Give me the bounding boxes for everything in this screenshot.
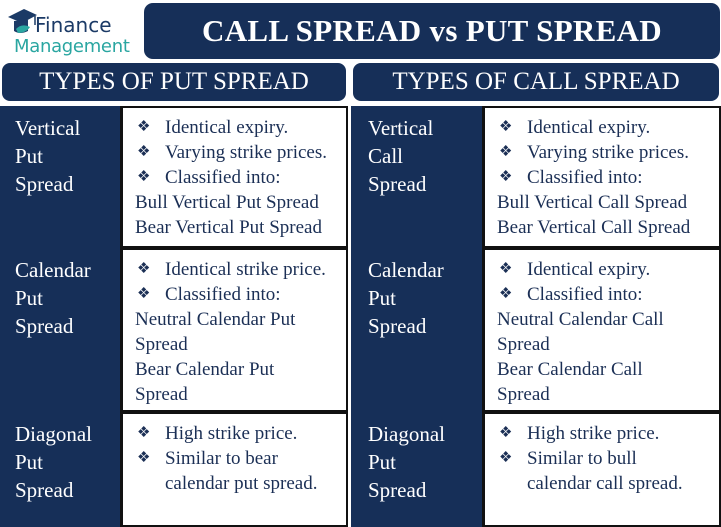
- label-line: Put: [368, 450, 397, 474]
- table-row: Calendar Put Spread ❖ Identical strike pr…: [0, 248, 348, 412]
- diamond-bullet-icon: ❖: [137, 425, 151, 441]
- row-label: Diagonal Put Spread: [351, 412, 482, 527]
- sub-type: Bull Vertical Call Spread: [497, 192, 688, 213]
- put-spread-heading: TYPES OF PUT SPREAD: [2, 63, 346, 101]
- diamond-bullet-icon: ❖: [137, 286, 151, 302]
- table-row: Vertical Call Spread ❖ Identical expiry. …: [351, 106, 721, 248]
- bullet-text: Similar to bull: [527, 448, 637, 469]
- logo-text-finance: Finance: [35, 13, 112, 37]
- sub-type: Bull Vertical Put Spread: [135, 192, 319, 213]
- row-content: ❖ Identical expiry. ❖ Varying strike price…: [482, 106, 721, 248]
- bullet-item: ❖ Classified into:: [135, 282, 346, 307]
- bullet-text: Identical strike price.: [165, 259, 326, 280]
- call-spread-heading: TYPES OF CALL SPREAD: [353, 63, 719, 101]
- logo-text-management: Management: [14, 36, 130, 57]
- label-line: Put: [15, 286, 44, 310]
- bullet-item: ❖ Similar to bear: [135, 446, 346, 471]
- diamond-bullet-icon: ❖: [137, 119, 151, 135]
- label-line: Spread: [368, 314, 427, 338]
- diamond-bullet-icon: ❖: [499, 261, 513, 277]
- bullet-text: Identical expiry.: [527, 117, 651, 138]
- diamond-bullet-icon: ❖: [499, 425, 513, 441]
- bullet-item: ❖ Similar to bull: [497, 446, 719, 471]
- diamond-bullet-icon: ❖: [499, 144, 513, 160]
- label-line: Calendar: [15, 258, 91, 282]
- bullet-item: ❖ Identical expiry.: [497, 257, 719, 282]
- sub-type: Spread: [497, 384, 550, 405]
- sub-type: Bear Calendar Put: [135, 359, 275, 380]
- label-line: Put: [15, 144, 44, 168]
- row-content: ❖ Identical strike price. ❖ Classified int…: [120, 248, 348, 412]
- bullet-text: Identical expiry.: [165, 117, 289, 138]
- row-content: ❖ Identical expiry. ❖ Classified into: Neu…: [482, 248, 721, 412]
- bullet-text: Classified into:: [165, 284, 281, 305]
- bullet-item: ❖ Classified into:: [497, 165, 719, 190]
- bullet-item: ❖ Classified into:: [497, 282, 719, 307]
- label-line: Spread: [15, 172, 74, 196]
- diamond-bullet-icon: ❖: [137, 261, 151, 277]
- label-line: Spread: [15, 478, 74, 502]
- label-line: Spread: [15, 314, 74, 338]
- label-line: Put: [368, 286, 397, 310]
- bullet-text: Identical expiry.: [527, 259, 651, 280]
- row-label: Calendar Put Spread: [0, 248, 120, 412]
- bullet-text: Varying strike prices.: [527, 142, 689, 163]
- table-row: Diagonal Put Spread ❖ High strike price. …: [351, 412, 721, 527]
- diamond-bullet-icon: ❖: [499, 450, 513, 466]
- diamond-bullet-icon: ❖: [499, 286, 513, 302]
- diamond-bullet-icon: ❖: [499, 119, 513, 135]
- bullet-text: Similar to bear: [165, 448, 278, 469]
- row-label: Vertical Put Spread: [0, 106, 120, 248]
- bullet-item: ❖ Identical expiry.: [135, 115, 346, 140]
- sub-type: Neutral Calendar Put: [135, 309, 296, 330]
- bullet-item: ❖ Identical strike price.: [135, 257, 346, 282]
- diamond-bullet-icon: ❖: [137, 450, 151, 466]
- table-row: Diagonal Put Spread ❖ High strike price. …: [0, 412, 348, 527]
- label-line: Spread: [368, 172, 427, 196]
- sub-type: Bear Calendar Call: [497, 359, 643, 380]
- bullet-item: ❖ High strike price.: [497, 421, 719, 446]
- bullet-text: High strike price.: [165, 423, 298, 444]
- label-line: Put: [15, 450, 44, 474]
- diamond-bullet-icon: ❖: [499, 169, 513, 185]
- table-row: Calendar Put Spread ❖ Identical expiry. ❖…: [351, 248, 721, 412]
- sub-type: Spread: [497, 334, 550, 355]
- row-label: Vertical Call Spread: [351, 106, 482, 248]
- row-content: ❖ Identical expiry. ❖ Varying strike price…: [120, 106, 348, 248]
- table-row: Vertical Put Spread ❖ Identical expiry. ❖…: [0, 106, 348, 248]
- bullet-text: Classified into:: [527, 284, 643, 305]
- graduation-cap-icon: [8, 9, 37, 33]
- row-label: Calendar Put Spread: [351, 248, 482, 412]
- page-title: CALL SPREAD vs PUT SPREAD: [144, 3, 720, 59]
- bullet-text: High strike price.: [527, 423, 660, 444]
- label-line: Calendar: [368, 258, 444, 282]
- label-line: Call: [368, 144, 403, 168]
- label-line: Vertical: [368, 116, 434, 140]
- sub-type: Bear Vertical Call Spread: [497, 217, 691, 238]
- sub-type: Spread: [135, 384, 188, 405]
- sub-type: Bear Vertical Put Spread: [135, 217, 322, 238]
- label-line: Diagonal: [15, 422, 92, 446]
- label-line: Vertical: [15, 116, 81, 140]
- logo: Finance Management: [2, 3, 142, 59]
- label-line: Diagonal: [368, 422, 445, 446]
- bullet-continuation: calendar call spread.: [527, 473, 683, 494]
- diamond-bullet-icon: ❖: [137, 169, 151, 185]
- bullet-text: Classified into:: [165, 167, 281, 188]
- row-content: ❖ High strike price. ❖ Similar to bull cal…: [482, 412, 721, 527]
- bullet-continuation: calendar put spread.: [165, 473, 318, 494]
- diamond-bullet-icon: ❖: [137, 144, 151, 160]
- sub-type: Neutral Calendar Call: [497, 309, 664, 330]
- label-line: Spread: [368, 478, 427, 502]
- row-label: Diagonal Put Spread: [0, 412, 120, 527]
- bullet-item: ❖ Classified into:: [135, 165, 346, 190]
- bullet-item: ❖ Identical expiry.: [497, 115, 719, 140]
- bullet-item: ❖ High strike price.: [135, 421, 346, 446]
- row-content: ❖ High strike price. ❖ Similar to bear cal…: [120, 412, 348, 527]
- bullet-text: Varying strike prices.: [165, 142, 327, 163]
- bullet-item: ❖ Varying strike prices.: [497, 140, 719, 165]
- bullet-item: ❖ Varying strike prices.: [135, 140, 346, 165]
- bullet-text: Classified into:: [527, 167, 643, 188]
- sub-type: Spread: [135, 334, 188, 355]
